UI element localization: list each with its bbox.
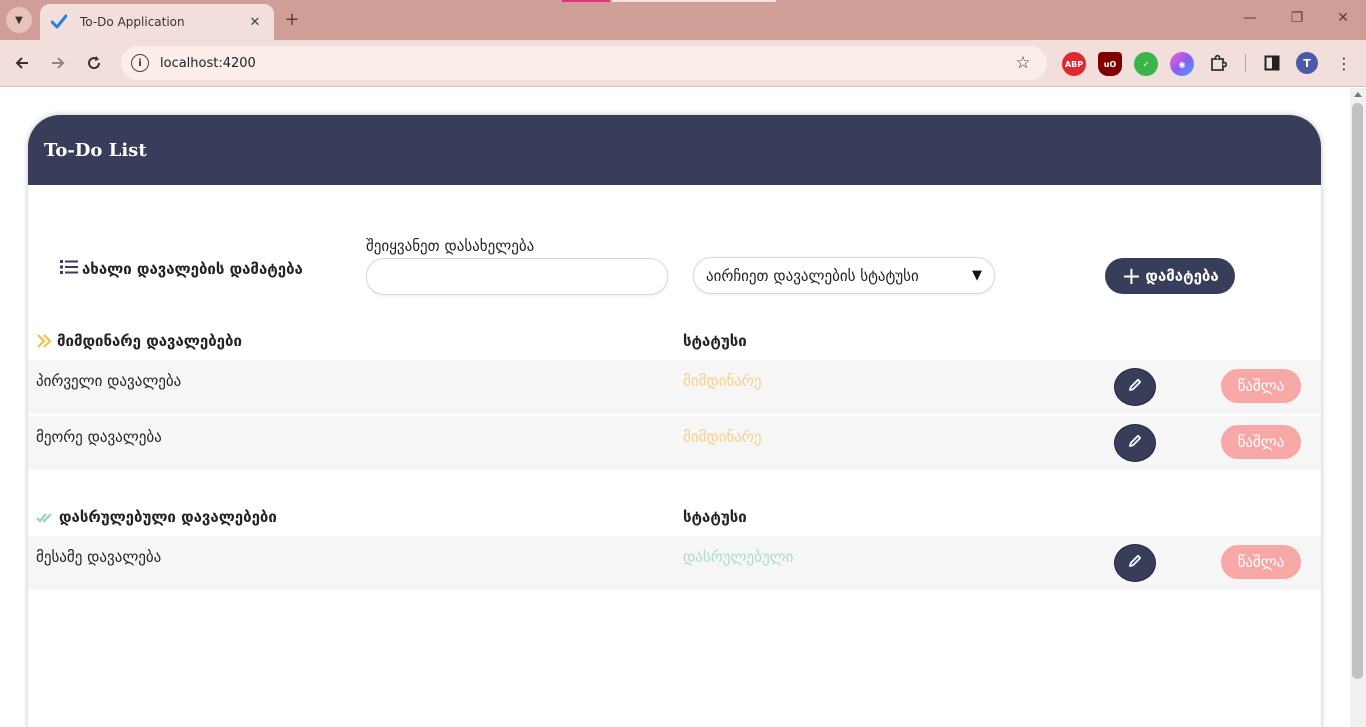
page-title: To-Do List <box>44 139 147 161</box>
card-header: To-Do List <box>28 115 1321 185</box>
todo-card: To-Do List ახალი დავალების დამატება შეიყ… <box>28 115 1321 727</box>
checkmark-favicon-icon <box>50 13 68 31</box>
reload-icon[interactable] <box>83 52 105 74</box>
double-check-icon <box>36 510 54 524</box>
bookmark-star-icon[interactable]: ☆ <box>1013 53 1033 73</box>
forward-arrow-icon[interactable] <box>47 52 69 74</box>
delete-button[interactable]: წაშლა <box>1221 545 1301 579</box>
status-select-value: აირჩიეთ დავალების სტატუსი <box>706 266 919 285</box>
page-scrollbar[interactable] <box>1350 88 1366 727</box>
browser-tab[interactable]: To-Do Application ✕ <box>40 4 274 40</box>
browser-toolbar: i localhost:4200 ☆ ABP uO ✓ ◉ T ⋮ <box>0 40 1366 87</box>
add-task-form: ახალი დავალების დამატება შეიყვანეთ დასახ… <box>28 185 1321 320</box>
status-column-header: სტატუსი <box>683 332 747 350</box>
completed-tasks-header: დასრულებული დავალებები სტატუსი <box>28 496 1321 536</box>
toolbar-divider <box>1245 54 1246 72</box>
task-status: მიმდინარე <box>683 372 762 390</box>
back-arrow-icon[interactable] <box>11 52 33 74</box>
pencil-icon <box>1127 377 1143 397</box>
add-task-button[interactable]: + დამატება <box>1105 258 1235 294</box>
delete-button[interactable]: წაშლა <box>1221 369 1301 403</box>
chevron-down-icon: ▼ <box>15 14 23 26</box>
adblock-extension-icon[interactable]: ABP <box>1062 52 1086 76</box>
url-text: localhost:4200 <box>160 55 256 71</box>
profile-avatar[interactable]: T <box>1296 52 1318 74</box>
shield-extension-icon[interactable]: ✓ <box>1134 52 1158 76</box>
side-panel-icon[interactable] <box>1261 52 1283 74</box>
pencil-icon <box>1127 433 1143 453</box>
puzzle-extensions-icon[interactable] <box>1207 52 1229 74</box>
restore-icon[interactable]: ❐ <box>1287 10 1307 26</box>
task-name: მეორე დავალება <box>36 428 162 446</box>
current-tasks-title: მიმდინარე დავალებები <box>36 332 242 350</box>
task-name-label: შეიყვანეთ დასახელება <box>366 237 535 255</box>
pencil-icon <box>1127 553 1143 573</box>
plus-icon: + <box>1121 262 1142 290</box>
add-task-label: ახალი დავალების დამატება <box>60 260 303 278</box>
address-bar[interactable]: i localhost:4200 ☆ <box>121 46 1047 80</box>
task-status: დასრულებული <box>683 548 794 566</box>
status-select[interactable]: აირჩიეთ დავალების სტატუსი ▼ <box>693 257 995 294</box>
task-row: პირველი დავალება მიმდინარე წაშლა <box>28 360 1321 414</box>
close-tab-icon[interactable]: ✕ <box>246 15 264 30</box>
status-column-header: სტატუსი <box>683 508 747 526</box>
brain-extension-icon[interactable]: ◉ <box>1170 52 1194 76</box>
list-icon <box>60 260 78 278</box>
ublock-extension-icon[interactable]: uO <box>1098 52 1122 76</box>
task-name: პირველი დავალება <box>36 372 182 390</box>
tab-group-indicator <box>562 0 610 2</box>
task-row: მესამე დავალება დასრულებული წაშლა <box>28 536 1321 590</box>
double-chevron-right-icon <box>36 333 52 349</box>
site-info-icon[interactable]: i <box>131 54 149 72</box>
edit-button[interactable] <box>1114 424 1156 462</box>
current-tasks-header: მიმდინარე დავალებები სტატუსი <box>28 320 1321 360</box>
page-viewport: To-Do List ახალი დავალების დამატება შეიყ… <box>0 88 1350 727</box>
edit-button[interactable] <box>1114 544 1156 582</box>
edit-button[interactable] <box>1114 368 1156 406</box>
task-name-input[interactable] <box>366 258 668 295</box>
tab-search-button[interactable]: ▼ <box>6 7 32 33</box>
new-tab-button[interactable]: + <box>282 9 302 31</box>
task-row: მეორე დავალება მიმდინარე წაშლა <box>28 416 1321 470</box>
task-status: მიმდინარე <box>683 428 762 446</box>
dropdown-arrow-icon: ▼ <box>972 268 982 283</box>
task-name-group: შეიყვანეთ დასახელება <box>366 237 668 295</box>
tab-group-indicator <box>612 0 776 2</box>
menu-kebab-icon[interactable]: ⋮ <box>1333 52 1355 74</box>
scroll-up-icon[interactable] <box>1354 92 1362 97</box>
completed-tasks-title: დასრულებული დავალებები <box>36 508 277 526</box>
scrollbar-thumb[interactable] <box>1352 103 1363 679</box>
minimize-icon[interactable]: — <box>1240 10 1260 26</box>
delete-button[interactable]: წაშლა <box>1221 425 1301 459</box>
task-name: მესამე დავალება <box>36 548 162 566</box>
tab-title: To-Do Application <box>80 15 185 29</box>
close-window-icon[interactable]: ✕ <box>1333 10 1353 26</box>
browser-tab-strip: ▼ To-Do Application ✕ + — ❐ ✕ <box>0 0 1366 40</box>
